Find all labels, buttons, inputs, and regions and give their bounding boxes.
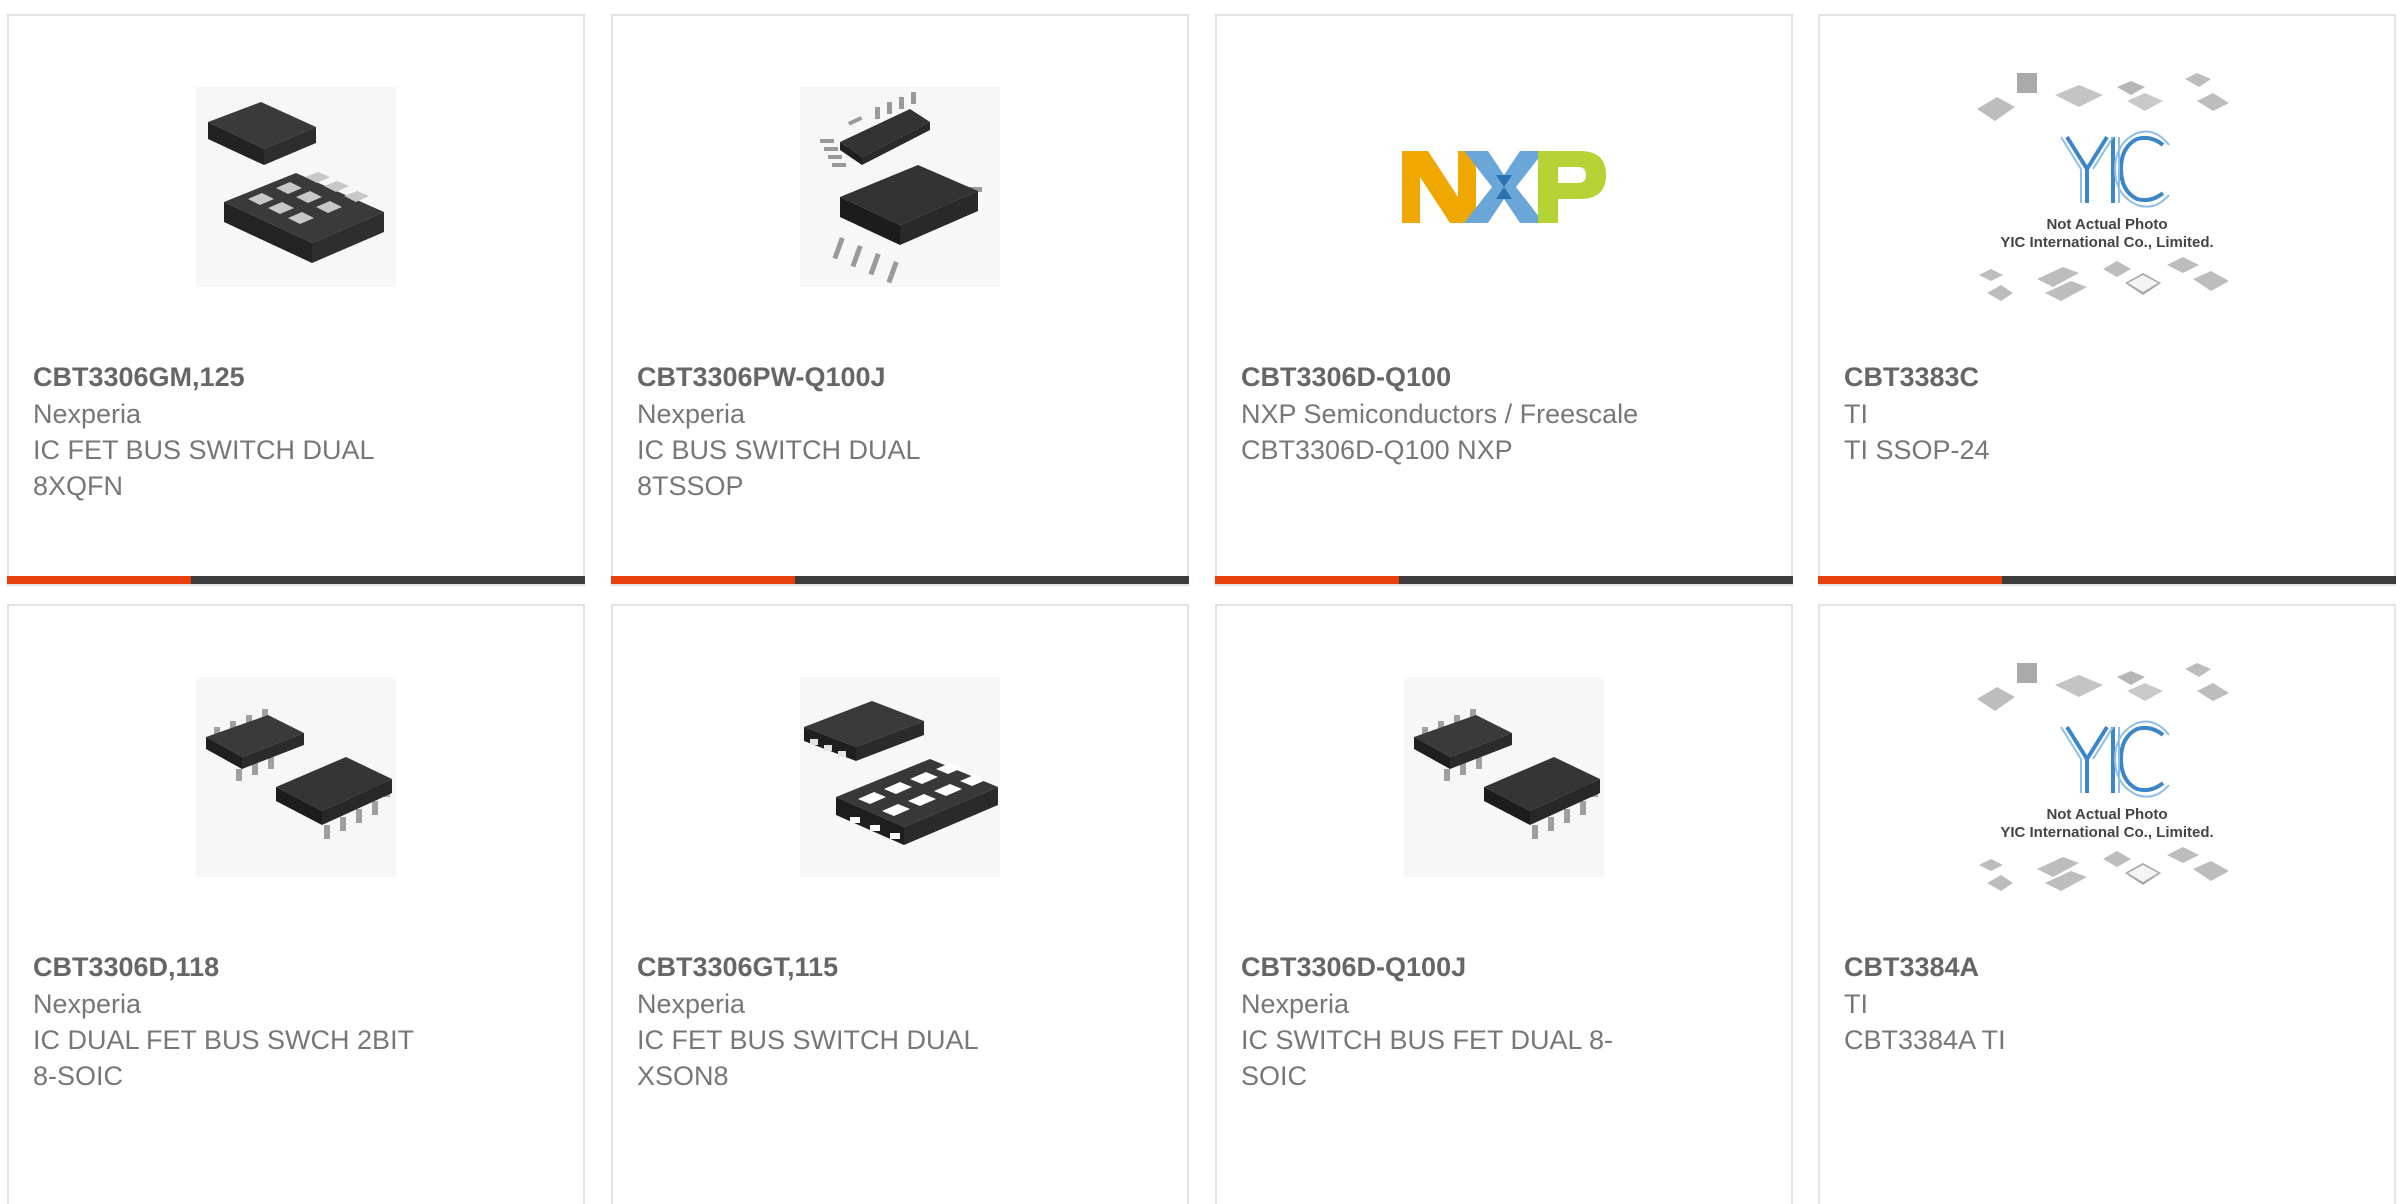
- part-number-link[interactable]: CBT3306GT,115: [637, 948, 1057, 986]
- product-image-nxp[interactable]: [1217, 82, 1791, 292]
- manufacturer: TI: [1844, 989, 1868, 1019]
- manufacturer: Nexperia: [637, 989, 746, 1019]
- product-image-tssop[interactable]: [613, 82, 1187, 292]
- product-info: CBT3306D,118 Nexperia IC DUAL FET BUS SW…: [33, 948, 453, 1094]
- product-image-placeholder[interactable]: Not Actual Photo YIC International Co., …: [1820, 663, 2394, 891]
- part-number-link[interactable]: CBT3306GM,125: [33, 358, 453, 396]
- product-card[interactable]: CBT3306D,118 Nexperia IC DUAL FET BUS SW…: [7, 604, 585, 1204]
- product-info: CBT3306GM,125 Nexperia IC FET BUS SWITCH…: [33, 358, 453, 504]
- card-bottom-bar: [7, 576, 585, 584]
- nxp-logo-icon: [1402, 151, 1606, 223]
- product-card[interactable]: CBT3306D-Q100 NXP Semiconductors / Frees…: [1215, 14, 1793, 586]
- product-card[interactable]: CBT3306GM,125 Nexperia IC FET BUS SWITCH…: [7, 14, 585, 586]
- description: CBT3306D-Q100 NXP: [1241, 435, 1513, 465]
- product-card[interactable]: CBT3306D-Q100J Nexperia IC SWITCH BUS FE…: [1215, 604, 1793, 1204]
- description: CBT3384A TI: [1844, 1025, 2006, 1055]
- description: IC SWITCH BUS FET DUAL 8-SOIC: [1241, 1025, 1614, 1091]
- card-accent: [1215, 576, 1399, 584]
- description: IC FET BUS SWITCH DUAL XSON8: [637, 1025, 978, 1091]
- manufacturer: Nexperia: [33, 399, 142, 429]
- product-info: CBT3306D-Q100J Nexperia IC SWITCH BUS FE…: [1241, 948, 1661, 1094]
- description: IC FET BUS SWITCH DUAL 8XQFN: [33, 435, 374, 501]
- product-image-xqfn[interactable]: [9, 82, 583, 292]
- product-info: CBT3383C TI TI SSOP-24: [1844, 358, 2264, 468]
- manufacturer: NXP Semiconductors / Freescale: [1241, 399, 1639, 429]
- card-bottom-bar: [1818, 576, 2396, 584]
- manufacturer: Nexperia: [637, 399, 746, 429]
- manufacturer: Nexperia: [1241, 989, 1350, 1019]
- product-info: CBT3306D-Q100 NXP Semiconductors / Frees…: [1241, 358, 1661, 468]
- description: IC DUAL FET BUS SWCH 2BIT 8-SOIC: [33, 1025, 414, 1091]
- product-card[interactable]: CBT3306PW-Q100J Nexperia IC BUS SWITCH D…: [611, 14, 1189, 586]
- part-number-link[interactable]: CBT3306D-Q100J: [1241, 948, 1661, 986]
- product-image-placeholder[interactable]: Not Actual Photo YIC International Co., …: [1820, 73, 2394, 301]
- part-number-link[interactable]: CBT3384A: [1844, 948, 2264, 986]
- card-accent: [1818, 576, 2002, 584]
- card-accent: [611, 576, 795, 584]
- placeholder-note-1: Not Actual Photo: [2046, 806, 2167, 823]
- card-accent: [7, 576, 191, 584]
- placeholder-note-2: YIC International Co., Limited.: [2000, 234, 2213, 251]
- product-image-soic[interactable]: [9, 672, 583, 882]
- product-image-soic[interactable]: [1217, 672, 1791, 882]
- description: TI SSOP-24: [1844, 435, 1990, 465]
- manufacturer: Nexperia: [33, 989, 142, 1019]
- card-bottom-bar: [1215, 576, 1793, 584]
- part-number-link[interactable]: CBT3306D,118: [33, 948, 453, 986]
- placeholder-note-1: Not Actual Photo: [2046, 216, 2167, 233]
- product-image-xson[interactable]: [613, 672, 1187, 882]
- description: IC BUS SWITCH DUAL 8TSSOP: [637, 435, 920, 501]
- product-grid: CBT3306GM,125 Nexperia IC FET BUS SWITCH…: [0, 0, 2400, 1204]
- placeholder-note-2: YIC International Co., Limited.: [2000, 824, 2213, 841]
- product-info: CBT3384A TI CBT3384A TI: [1844, 948, 2264, 1058]
- product-info: CBT3306GT,115 Nexperia IC FET BUS SWITCH…: [637, 948, 1057, 1094]
- product-card[interactable]: Not Actual Photo YIC International Co., …: [1818, 14, 2396, 586]
- product-info: CBT3306PW-Q100J Nexperia IC BUS SWITCH D…: [637, 358, 1057, 504]
- manufacturer: TI: [1844, 399, 1868, 429]
- product-card[interactable]: CBT3306GT,115 Nexperia IC FET BUS SWITCH…: [611, 604, 1189, 1204]
- card-bottom-bar: [611, 576, 1189, 584]
- part-number-link[interactable]: CBT3306PW-Q100J: [637, 358, 1057, 396]
- part-number-link[interactable]: CBT3306D-Q100: [1241, 358, 1661, 396]
- product-card[interactable]: Not Actual Photo YIC International Co., …: [1818, 604, 2396, 1204]
- part-number-link[interactable]: CBT3383C: [1844, 358, 2264, 396]
